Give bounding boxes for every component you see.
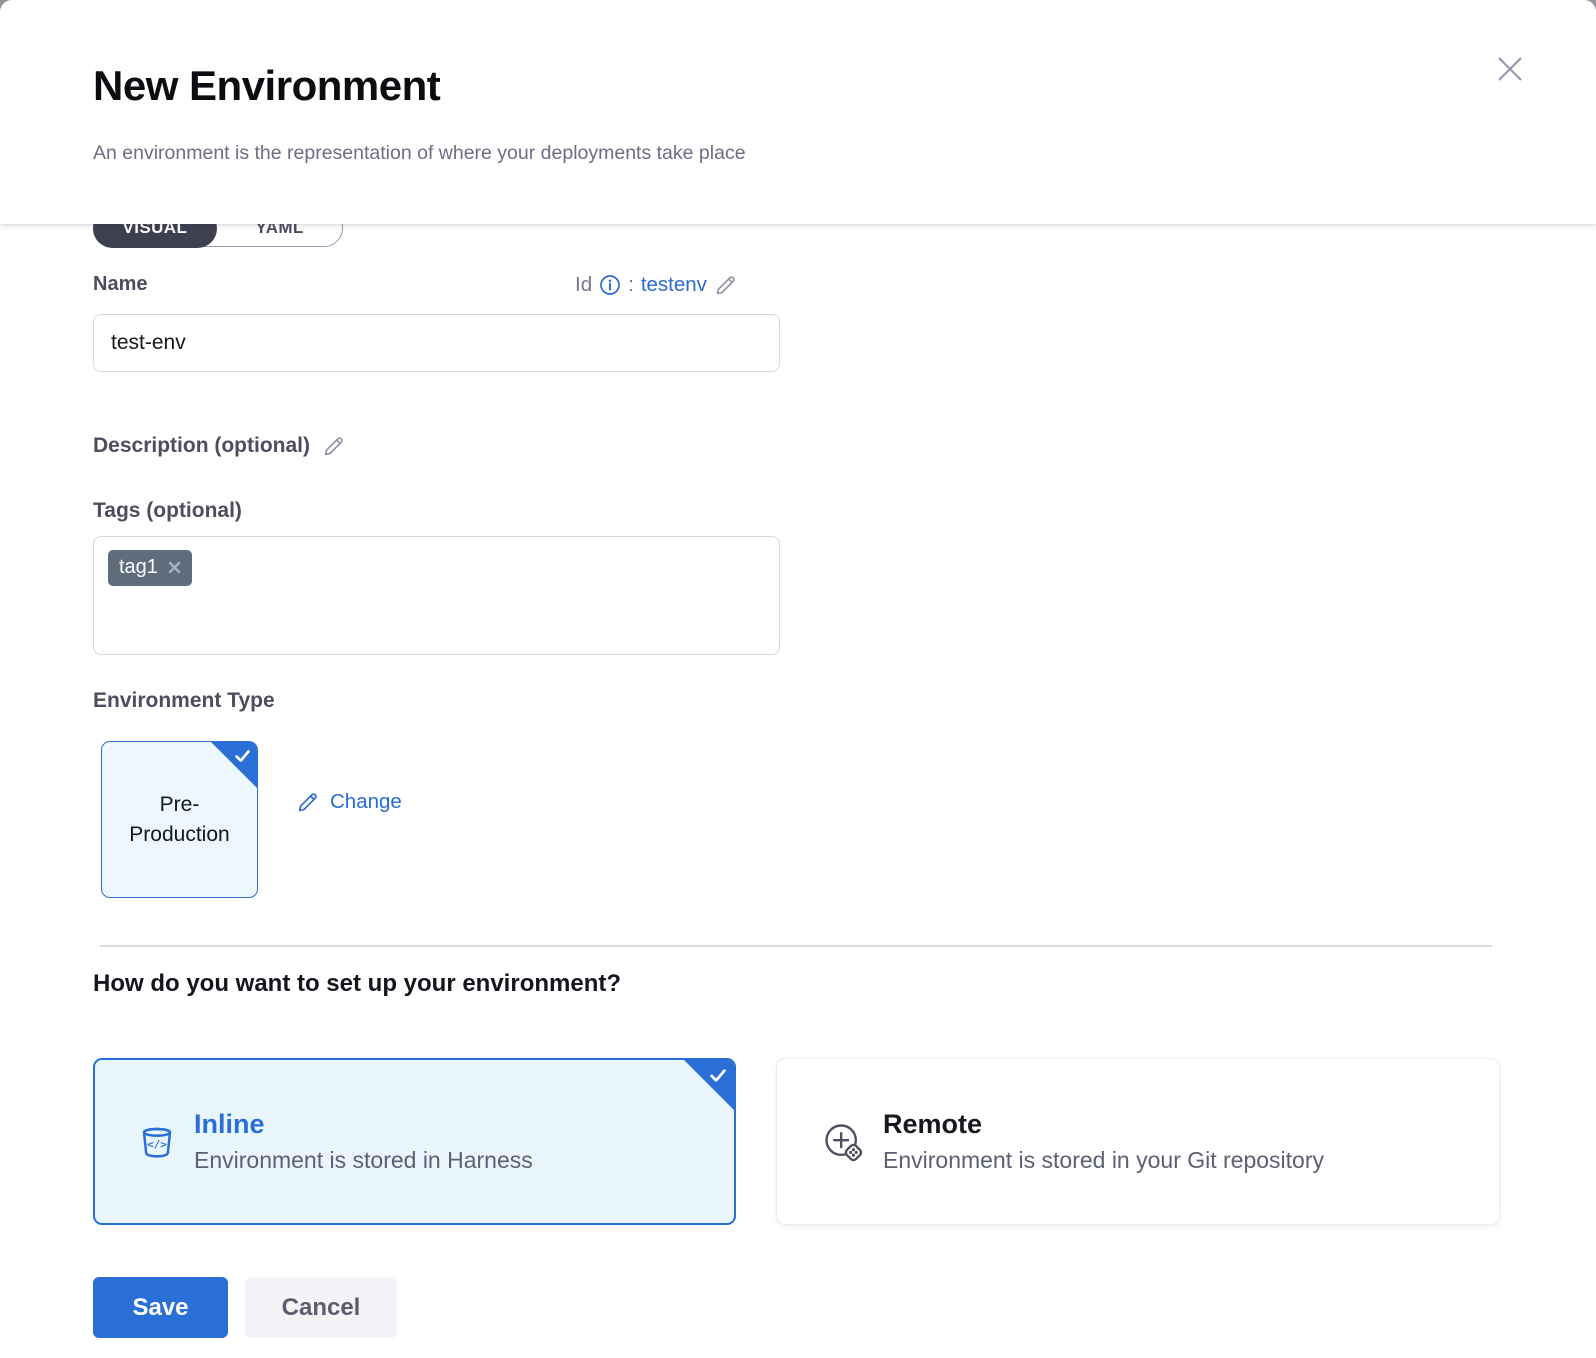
remove-tag-icon[interactable] [167,560,182,575]
name-label: Name [93,273,147,296]
option-inline-title: Inline [194,1109,533,1140]
edit-description-icon[interactable] [322,434,346,458]
setup-heading: How do you want to set up your environme… [93,970,621,998]
tags-label: Tags (optional) [93,499,242,523]
dialog-subtitle: An environment is the representation of … [93,142,746,165]
change-environment-type-link[interactable]: Change [296,790,402,814]
description-row: Description (optional) [93,434,346,458]
inline-store-icon: </> [137,1122,177,1162]
info-icon[interactable] [599,274,621,296]
option-inline-text: Inline Environment is stored in Harness [194,1109,533,1174]
new-environment-dialog: VISUAL YAML New Environment An environme… [0,0,1596,1358]
check-icon [234,749,251,764]
remote-git-icon [821,1120,865,1164]
id-value[interactable]: testenv [641,273,707,297]
id-row: Id : testenv [575,273,738,297]
option-card-remote[interactable]: Remote Environment is stored in your Git… [776,1058,1500,1225]
description-label: Description (optional) [93,434,310,458]
dialog-header: New Environment An environment is the re… [0,0,1596,224]
svg-text:</>: </> [147,1138,167,1151]
screen: VISUAL YAML New Environment An environme… [0,0,1596,1358]
cancel-button[interactable]: Cancel [245,1277,397,1338]
environment-type-label: Environment Type [93,689,275,713]
option-inline-description: Environment is stored in Harness [194,1147,533,1174]
option-card-inline[interactable]: </> Inline Environment is stored in Harn… [93,1058,736,1225]
tags-input[interactable]: tag1 [93,536,780,655]
page-title: New Environment [93,60,440,112]
save-button[interactable]: Save [93,1277,228,1338]
close-icon [1493,52,1527,86]
tag-chip: tag1 [108,550,192,586]
edit-change-icon [296,790,320,814]
option-remote-description: Environment is stored in your Git reposi… [883,1147,1324,1174]
section-divider [100,945,1492,947]
id-label: Id [575,273,592,297]
tag-chip-label: tag1 [119,556,158,579]
option-remote-text: Remote Environment is stored in your Git… [883,1109,1324,1174]
close-button[interactable] [1492,52,1528,88]
environment-type-value: Pre-Production [124,790,236,850]
environment-type-card[interactable]: Pre-Production [101,741,258,898]
change-link-label: Change [330,790,402,814]
name-input[interactable] [93,314,780,372]
option-remote-title: Remote [883,1109,1324,1140]
id-separator: : [628,273,634,297]
check-icon [709,1068,727,1084]
edit-id-icon[interactable] [714,273,738,297]
